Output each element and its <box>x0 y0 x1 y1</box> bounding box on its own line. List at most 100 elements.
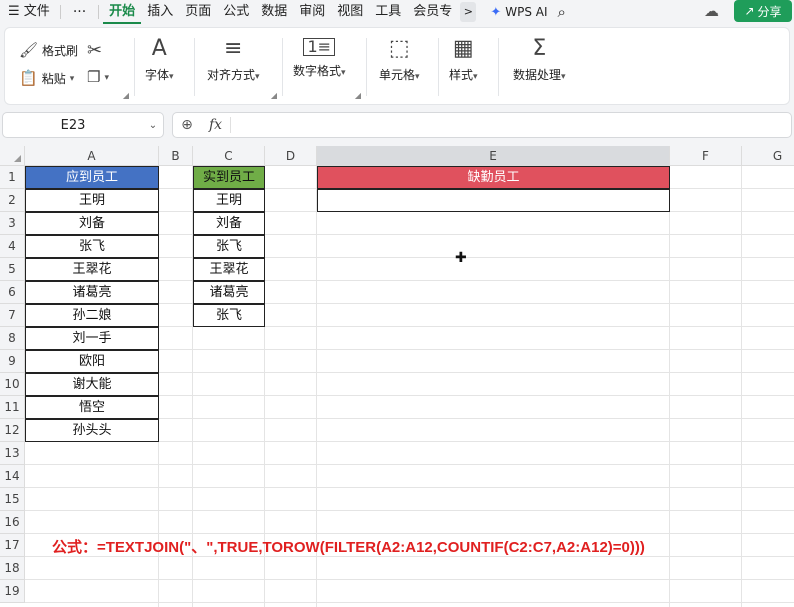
column-header-a[interactable]: A <box>25 146 159 166</box>
table-cell[interactable]: 刘备 <box>193 212 265 235</box>
data-process-button[interactable]: Σ 数据处理▾ <box>513 38 566 83</box>
row-header[interactable]: 3 <box>0 212 25 235</box>
row-header[interactable]: 17 <box>0 534 25 557</box>
row-header[interactable]: 9 <box>0 350 25 373</box>
tab-page[interactable]: 页面 <box>179 0 217 24</box>
absent-table-header[interactable]: 缺勤员工 <box>317 166 670 189</box>
paste-button[interactable]: 📋 粘贴 ▾ <box>19 70 74 87</box>
wps-ai-button[interactable]: ✦ WPS AI <box>490 5 547 20</box>
function-icon[interactable]: fx <box>201 117 231 133</box>
zoom-icon[interactable]: ⊕ <box>173 117 201 133</box>
row-header[interactable]: 16 <box>0 511 25 534</box>
table-cell[interactable]: 王明 <box>193 189 265 212</box>
cell-cursor-icon: ✚ <box>455 250 467 266</box>
column-header-b[interactable]: B <box>159 146 193 166</box>
table-cell[interactable]: 刘一手 <box>25 327 159 350</box>
row-header[interactable]: 15 <box>0 488 25 511</box>
table-cell[interactable]: 悟空 <box>25 396 159 419</box>
row-header[interactable]: 6 <box>0 281 25 304</box>
table-cell[interactable]: 刘备 <box>25 212 159 235</box>
absent-result-cell[interactable] <box>317 189 670 212</box>
more-menu-button[interactable]: ··· <box>65 4 94 20</box>
cell-button[interactable]: ⬚ 单元格▾ <box>379 38 420 83</box>
column-header-g[interactable]: G <box>742 146 794 166</box>
dialog-launcher-icon[interactable]: ◢ <box>355 91 361 100</box>
row-header[interactable]: 18 <box>0 557 25 580</box>
share-button[interactable]: ↗ 分享 <box>734 0 792 22</box>
tab-data[interactable]: 数据 <box>255 0 293 24</box>
style-icon: ▦ <box>452 36 474 61</box>
row-header[interactable]: 2 <box>0 189 25 212</box>
column-header-c[interactable]: C <box>193 146 265 166</box>
row-header[interactable]: 5 <box>0 258 25 281</box>
chevron-down-icon: ▾ <box>255 72 260 82</box>
name-box[interactable]: E23 ⌄ <box>2 112 164 138</box>
column-header-e[interactable]: E <box>317 146 670 166</box>
share-label: 分享 <box>757 4 782 19</box>
style-label: 样式 <box>449 68 474 82</box>
file-menu[interactable]: ☰ 文件 <box>0 0 56 24</box>
row-header[interactable]: 13 <box>0 442 25 465</box>
align-group: ≡ 对齐方式▾ ◢ <box>195 28 283 104</box>
tabs-scroll-button[interactable]: > <box>460 2 477 22</box>
cut-button[interactable]: ✂ <box>87 42 102 60</box>
row-header[interactable]: 1 <box>0 166 25 189</box>
table-cell[interactable]: 王翠花 <box>193 258 265 281</box>
tab-member[interactable]: 会员专 <box>407 0 458 24</box>
search-icon[interactable]: ⌕ <box>558 3 566 21</box>
paste-icon: 📋 <box>19 69 38 87</box>
row-header[interactable]: 19 <box>0 580 25 603</box>
number-format-button[interactable]: 1≡ 数字格式▾ <box>293 38 346 79</box>
table-cell[interactable]: 张飞 <box>25 235 159 258</box>
table-cell[interactable]: 谢大能 <box>25 373 159 396</box>
table-cell[interactable]: 张飞 <box>193 235 265 258</box>
font-button[interactable]: A 字体▾ <box>145 38 174 83</box>
spreadsheet-grid[interactable]: A B C D E F G 1 2 3 4 5 6 7 8 9 10 11 12 13 14 15 16 17 1… <box>0 146 794 607</box>
row-header[interactable]: 11 <box>0 396 25 419</box>
cloud-upload-icon[interactable]: ☁ <box>704 2 719 20</box>
tab-insert[interactable]: 插入 <box>141 0 179 24</box>
gridline <box>25 464 794 465</box>
tab-formula[interactable]: 公式 <box>217 0 255 24</box>
tab-review[interactable]: 审阅 <box>293 0 331 24</box>
row-header[interactable]: 8 <box>0 327 25 350</box>
scissors-icon: ✂ <box>87 40 103 61</box>
select-all-button[interactable] <box>0 146 25 166</box>
align-button[interactable]: ≡ 对齐方式▾ <box>207 38 260 83</box>
tab-view[interactable]: 视图 <box>331 0 369 24</box>
row-header[interactable]: 4 <box>0 235 25 258</box>
format-painter-button[interactable]: 🖌 格式刷 <box>19 42 78 59</box>
column-header-d[interactable]: D <box>265 146 317 166</box>
tab-tools[interactable]: 工具 <box>369 0 407 24</box>
table-cell[interactable]: 欧阳 <box>25 350 159 373</box>
style-group: ▦ 样式▾ <box>439 28 499 104</box>
table-cell[interactable]: 王翠花 <box>25 258 159 281</box>
column-header-f[interactable]: F <box>670 146 742 166</box>
row-header[interactable]: 12 <box>0 419 25 442</box>
table-cell[interactable]: 孙头头 <box>25 419 159 442</box>
copy-button[interactable]: ❐ ▾ <box>87 70 109 85</box>
table-cell[interactable]: 王明 <box>25 189 159 212</box>
row-header[interactable]: 7 <box>0 304 25 327</box>
style-button[interactable]: ▦ 样式▾ <box>449 38 478 83</box>
table-cell[interactable]: 诸葛亮 <box>193 281 265 304</box>
row-header[interactable]: 14 <box>0 465 25 488</box>
menu-bar: ☰ 文件 ··· 开始 插入 页面 公式 数据 审阅 视图 工具 会员专 > ✦… <box>0 0 794 24</box>
table-cell[interactable]: 张飞 <box>193 304 265 327</box>
number-format-label: 数字格式 <box>293 64 342 78</box>
table-cell[interactable]: 孙二娘 <box>25 304 159 327</box>
chevron-down-icon: ▾ <box>341 68 346 78</box>
present-table-header[interactable]: 实到员工 <box>193 166 265 189</box>
absent-table-header-expected[interactable]: 应到员工 <box>25 166 159 189</box>
data-process-label: 数据处理 <box>513 68 562 82</box>
tab-home[interactable]: 开始 <box>103 0 142 24</box>
row-header[interactable]: 10 <box>0 373 25 396</box>
dialog-launcher-icon[interactable]: ◢ <box>271 91 277 100</box>
dialog-launcher-icon[interactable]: ◢ <box>123 91 129 100</box>
table-cell[interactable]: 诸葛亮 <box>25 281 159 304</box>
font-label: 字体 <box>145 68 170 82</box>
file-menu-label: 文件 <box>23 4 50 19</box>
menu-separator <box>59 5 61 19</box>
format-painter-icon: 🖌 <box>19 41 39 59</box>
chevron-down-icon[interactable]: ⌄ <box>143 120 163 131</box>
